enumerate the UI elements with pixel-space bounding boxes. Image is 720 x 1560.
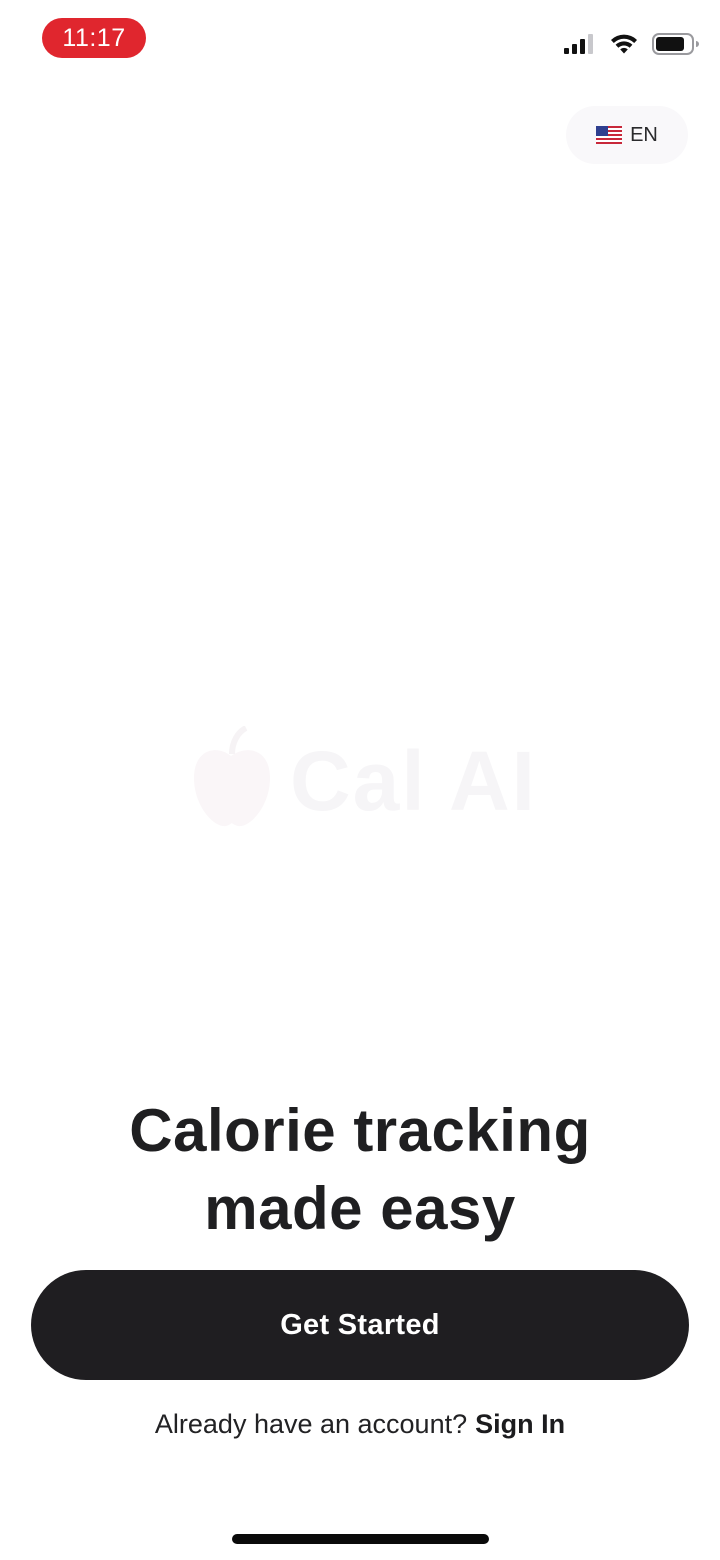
get-started-button[interactable]: Get Started xyxy=(31,1270,689,1380)
logo-text: Cal AI xyxy=(290,733,537,828)
wifi-icon xyxy=(611,34,637,54)
headline: Calorie tracking made easy xyxy=(0,1092,720,1248)
apple-icon xyxy=(194,726,270,827)
status-bar: 11:17 xyxy=(0,0,720,80)
status-icons xyxy=(562,32,700,56)
battery-icon xyxy=(652,33,699,55)
language-code: EN xyxy=(630,123,658,146)
us-flag-icon xyxy=(596,126,623,144)
signin-row: Already have an account? Sign In xyxy=(0,1404,720,1444)
sign-in-link[interactable]: Sign In xyxy=(475,1409,565,1439)
status-time: 11:17 xyxy=(42,18,146,58)
signal-icon xyxy=(564,34,593,54)
language-selector[interactable]: EN xyxy=(566,106,688,164)
home-indicator[interactable] xyxy=(232,1534,489,1544)
headline-line-2: made easy xyxy=(204,1175,516,1242)
signin-prompt: Already have an account? xyxy=(154,1409,468,1439)
app-logo: Cal AI xyxy=(186,726,556,836)
headline-line-1: Calorie tracking xyxy=(129,1097,591,1164)
